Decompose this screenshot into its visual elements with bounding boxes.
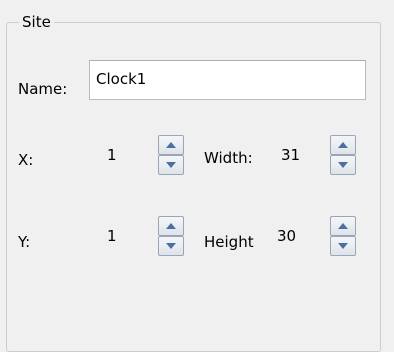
down-triangle-icon: [166, 243, 176, 249]
up-triangle-icon: [166, 223, 176, 229]
up-triangle-icon: [166, 142, 176, 148]
y-value-input[interactable]: 1: [107, 226, 117, 246]
down-triangle-icon: [338, 243, 348, 249]
width-decrement-button[interactable]: [330, 155, 356, 175]
x-decrement-button[interactable]: [158, 155, 184, 175]
site-group-caption: Site: [19, 12, 54, 32]
x-label: X:: [18, 151, 34, 169]
height-label: Height: [204, 233, 254, 251]
name-label: Name:: [18, 80, 68, 98]
y-label: Y:: [18, 233, 31, 251]
height-decrement-button[interactable]: [330, 236, 356, 256]
width-label: Width:: [204, 149, 253, 167]
x-spinner[interactable]: [158, 135, 184, 175]
x-value-input[interactable]: 1: [107, 145, 117, 165]
height-value-input[interactable]: 30: [277, 226, 296, 246]
down-triangle-icon: [166, 162, 176, 168]
height-increment-button[interactable]: [330, 216, 356, 236]
up-triangle-icon: [338, 142, 348, 148]
up-triangle-icon: [338, 223, 348, 229]
y-increment-button[interactable]: [158, 216, 184, 236]
height-spinner[interactable]: [330, 216, 356, 256]
x-increment-button[interactable]: [158, 135, 184, 155]
down-triangle-icon: [338, 162, 348, 168]
name-input[interactable]: Clock1: [89, 60, 366, 100]
y-spinner[interactable]: [158, 216, 184, 256]
width-spinner[interactable]: [330, 135, 356, 175]
y-decrement-button[interactable]: [158, 236, 184, 256]
width-value-input[interactable]: 31: [281, 145, 300, 165]
width-increment-button[interactable]: [330, 135, 356, 155]
